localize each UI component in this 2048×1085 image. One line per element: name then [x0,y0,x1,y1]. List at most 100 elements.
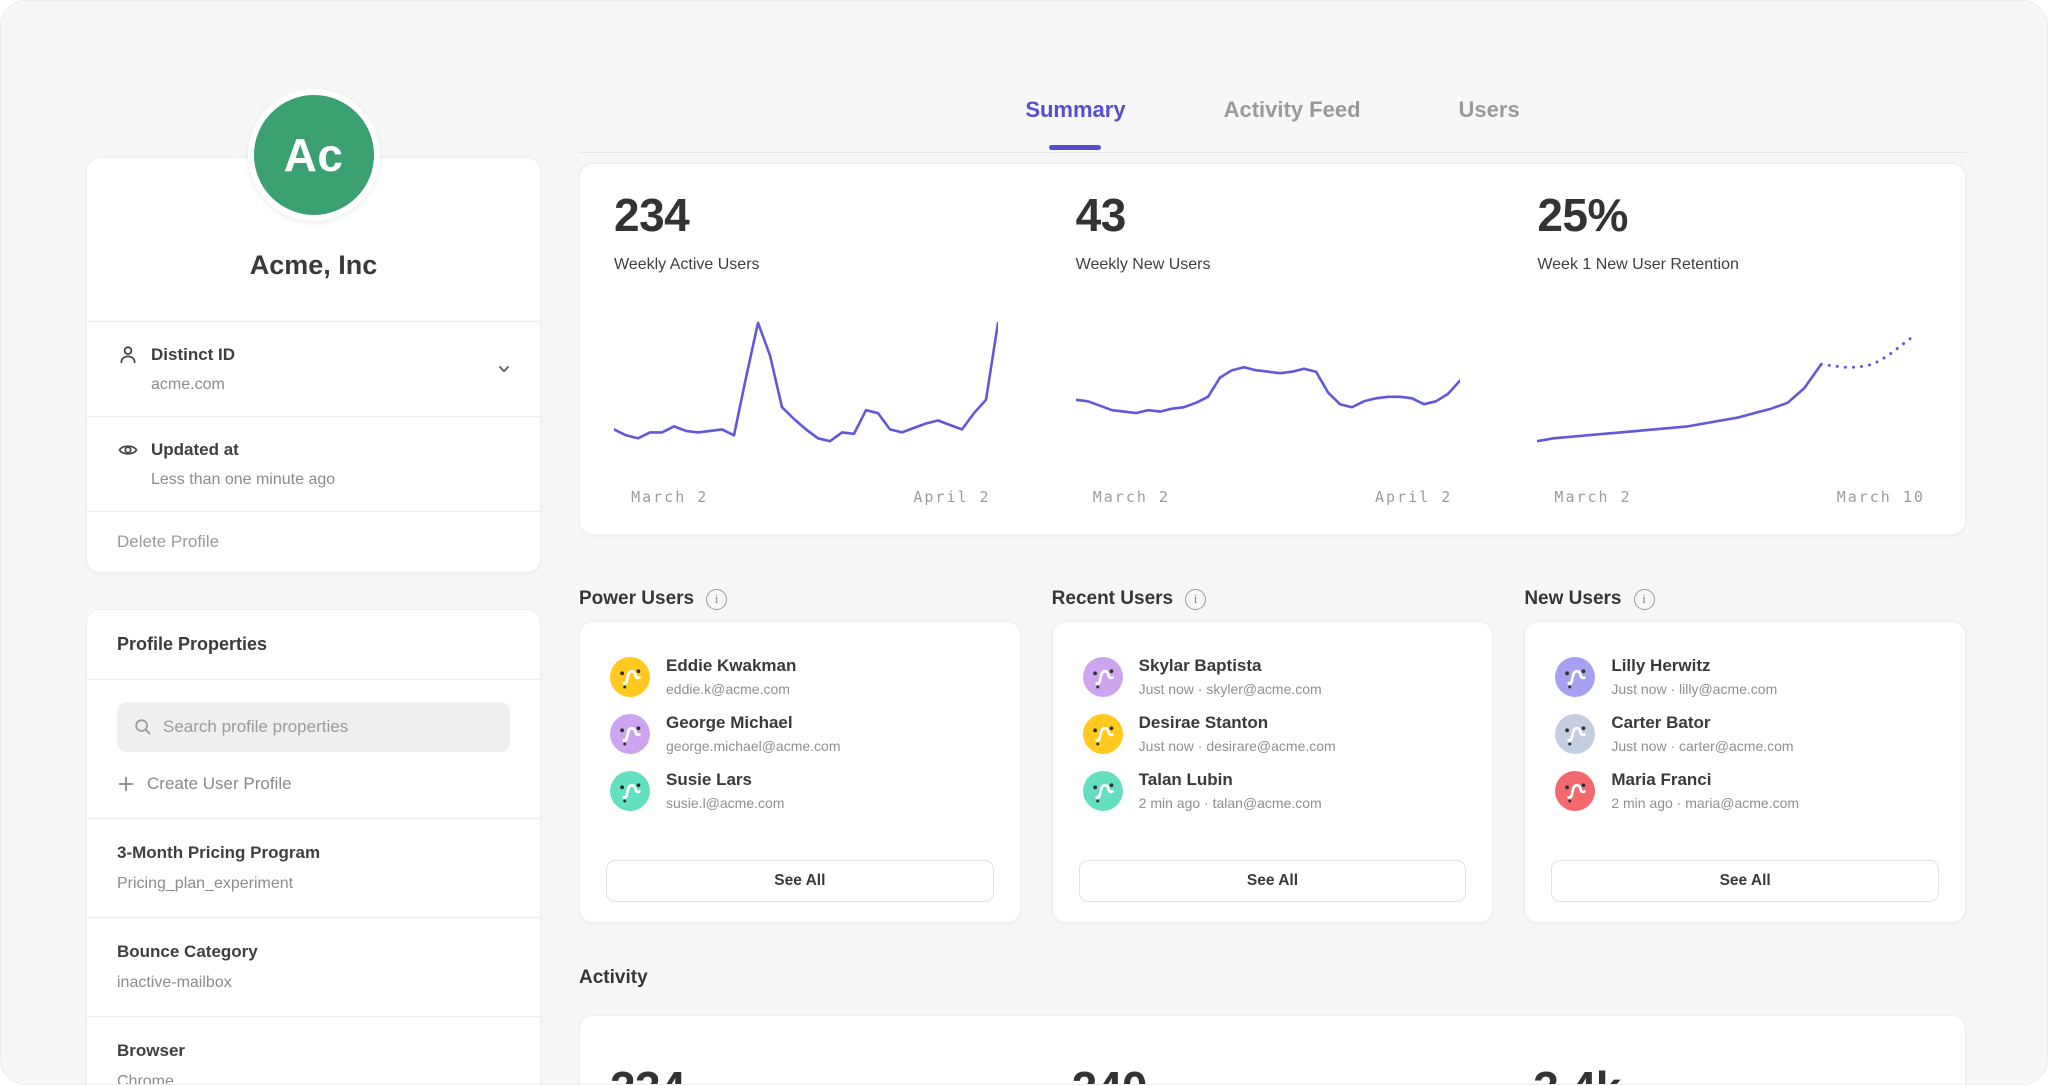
company-initials: Ac [284,128,344,182]
property-row[interactable]: 3-Month Pricing Program Pricing_plan_exp… [87,819,540,917]
user-name: Maria Franci [1611,770,1799,790]
tab-users[interactable]: Users [1455,89,1524,147]
user-name: Lilly Herwitz [1611,656,1777,676]
company-name: Acme, Inc [87,250,540,321]
chevron-down-icon[interactable] [494,359,514,379]
x-tick: March 2 [1554,488,1631,506]
power-users-card: Eddie Kwakman eddie.k@acme.com George Mi… [579,621,1021,923]
recent-users-section: Recent Users i Skylar Baptista Just now … [1052,577,1494,923]
tab-summary[interactable]: Summary [1021,89,1129,147]
property-label: Bounce Category [117,942,510,962]
distinct-id-value: acme.com [151,376,510,394]
search-input[interactable] [163,717,494,737]
activity-stat: 240 [1042,1061,1504,1085]
create-user-profile-button[interactable]: Create User Profile [87,752,540,818]
user-avatar [1083,771,1123,811]
weekly-new-users-chart [1076,306,1460,464]
person-icon [117,344,139,366]
activity-stat-value: 3.4k [1533,1061,1965,1085]
user-name: Desirae Stanton [1139,713,1336,733]
user-meta: Just now · desirare@acme.com [1139,738,1336,754]
property-row[interactable]: Bounce Category inactive-mailbox [87,918,540,1016]
user-avatar [610,657,650,697]
profile-properties-card: Profile Properties Create User Profile 3… [86,609,541,1085]
x-tick: March 2 [631,488,708,506]
divider [87,679,540,680]
search-icon [133,717,153,737]
see-all-button[interactable]: See All [1551,860,1939,902]
info-icon[interactable]: i [706,589,727,610]
see-all-button[interactable]: See All [1079,860,1467,902]
user-row[interactable]: Maria Franci 2 min ago · maria@acme.com [1551,762,1939,819]
property-label: 3-Month Pricing Program [117,843,510,863]
user-sections: Power Users i Eddie Kwakman eddie.k@acme… [579,577,1966,923]
user-row[interactable]: Susie Lars susie.l@acme.com [606,762,994,819]
activity-stat: 3.4k [1503,1061,1965,1085]
company-avatar: Ac [248,89,380,221]
x-tick: March 10 [1837,488,1925,506]
stat-weekly-active-users: 234 Weekly Active Users March 2 April 2 [580,188,1042,534]
profile-sidebar: Ac Acme, Inc Distinct ID acme.com [86,89,541,1085]
user-meta: george.michael@acme.com [666,738,841,754]
info-icon[interactable]: i [1634,589,1655,610]
summary-stats-card: 234 Weekly Active Users March 2 April 2 … [579,163,1966,535]
x-tick: March 2 [1093,488,1170,506]
user-row[interactable]: Eddie Kwakman eddie.k@acme.com [606,648,994,705]
week1-retention-chart [1537,306,1921,464]
distinct-id-row[interactable]: Distinct ID acme.com [87,322,540,416]
user-avatar [1555,714,1595,754]
user-row[interactable]: Talan Lubin 2 min ago · talan@acme.com [1079,762,1467,819]
see-all-button[interactable]: See All [606,860,994,902]
activity-card: 234 240 3.4k [579,1015,1966,1085]
user-meta: 2 min ago · maria@acme.com [1611,795,1799,811]
activity-stat: 234 [580,1061,1042,1085]
section-title: Power Users [579,588,694,610]
power-users-section: Power Users i Eddie Kwakman eddie.k@acme… [579,577,1021,923]
user-meta: Just now · carter@acme.com [1611,738,1793,754]
x-tick: April 2 [913,488,990,506]
activity-stat-value: 240 [1072,1061,1504,1085]
user-name: George Michael [666,713,841,733]
activity-heading: Activity [579,967,1966,989]
stat-weekly-new-users: 43 Weekly New Users March 2 April 2 [1042,188,1504,534]
section-title: New Users [1524,588,1621,610]
updated-at-row: Updated at Less than one minute ago [87,417,540,511]
stat-label: Weekly Active Users [614,256,1042,274]
user-row[interactable]: Desirae Stanton Just now · desirare@acme… [1079,705,1467,762]
user-meta: eddie.k@acme.com [666,681,796,697]
property-value: inactive-mailbox [117,974,510,992]
property-label: Browser [117,1041,510,1061]
stat-value: 234 [614,188,1042,242]
tab-activity-feed[interactable]: Activity Feed [1220,89,1365,147]
stat-label: Week 1 New User Retention [1537,256,1965,274]
stat-value: 43 [1076,188,1504,242]
user-avatar [1555,771,1595,811]
app-frame: Ac Acme, Inc Distinct ID acme.com [0,0,2048,1085]
user-avatar [610,714,650,754]
eye-icon [117,439,139,461]
updated-at-value: Less than one minute ago [151,471,510,489]
weekly-active-users-chart [614,306,998,464]
new-users-section: New Users i Lilly Herwitz Just now · lil… [1524,577,1966,923]
user-row[interactable]: Skylar Baptista Just now · skyler@acme.c… [1079,648,1467,705]
profile-properties-title: Profile Properties [87,610,540,679]
info-icon[interactable]: i [1185,589,1206,610]
user-meta: Just now · lilly@acme.com [1611,681,1777,697]
stat-value: 25% [1537,188,1965,242]
user-row[interactable]: Carter Bator Just now · carter@acme.com [1551,705,1939,762]
tab-bar: Summary Activity Feed Users [579,89,1966,153]
distinct-id-label: Distinct ID [151,345,235,365]
property-value: Pricing_plan_experiment [117,875,510,893]
recent-users-card: Skylar Baptista Just now · skyler@acme.c… [1052,621,1494,923]
property-row[interactable]: Browser Chrome [87,1017,540,1085]
user-avatar [1083,657,1123,697]
user-name: Talan Lubin [1139,770,1322,790]
new-users-card: Lilly Herwitz Just now · lilly@acme.com … [1524,621,1966,923]
user-avatar [610,771,650,811]
x-tick: April 2 [1375,488,1452,506]
delete-profile-button[interactable]: Delete Profile [87,512,540,572]
stat-week1-retention: 25% Week 1 New User Retention March 2 Ma… [1503,188,1965,534]
user-row[interactable]: Lilly Herwitz Just now · lilly@acme.com [1551,648,1939,705]
user-row[interactable]: George Michael george.michael@acme.com [606,705,994,762]
search-profile-properties[interactable] [117,702,510,752]
